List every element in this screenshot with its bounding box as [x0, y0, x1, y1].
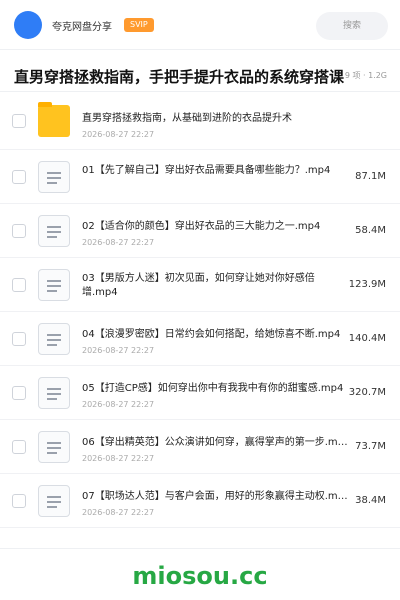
row-checkbox[interactable] [12, 277, 26, 292]
file-list: 直男穿搭拯救指南，从基础到进阶的衣品提升术 2026-08-27 22:27 0… [0, 92, 400, 528]
document-icon [38, 322, 70, 355]
file-date: 2026-08-27 22:27 [82, 454, 155, 463]
document-icon [38, 484, 70, 517]
list-item[interactable]: 02【适合你的颜色】穿出好衣品的三大能力之一.mp4 2026-08-27 22… [0, 204, 400, 258]
file-name: 02【适合你的颜色】穿出好衣品的三大能力之一.mp4 [82, 221, 321, 232]
list-item[interactable]: 07【职场达人范】与客户会面，用好的形象赢得主动权.mp4 2026-08-27… [0, 474, 400, 528]
file-size: 320.7M [348, 386, 386, 398]
document-icon [38, 268, 70, 301]
row-checkbox[interactable] [12, 439, 26, 454]
list-item[interactable]: 04【浪漫罗密欧】日常约会如何搭配，给她惊喜不断.mp4 2026-08-27 … [0, 312, 400, 366]
file-size: 140.4M [348, 332, 386, 344]
header-bar: 夸克网盘分享 SVIP 搜索 [0, 0, 400, 50]
file-date: 2026-08-27 22:27 [82, 238, 155, 247]
list-item[interactable]: 03【男版方人迷】初次见面，如何穿让她对你好感倍增.mp4 123.9M [0, 258, 400, 312]
file-date: 2026-08-27 22:27 [82, 346, 155, 355]
file-size: 73.7M [355, 440, 386, 452]
share-title: 夸克网盘分享 [52, 22, 112, 33]
file-name: 04【浪漫罗密欧】日常约会如何搭配，给她惊喜不断.mp4 [82, 329, 341, 340]
list-item[interactable]: 直男穿搭拯救指南，从基础到进阶的衣品提升术 2026-08-27 22:27 [0, 92, 400, 150]
document-icon [38, 376, 70, 409]
watermark: miosou.cc [132, 562, 268, 590]
list-item[interactable]: 06【穿出精英范】公众演讲如何穿，赢得掌声的第一步.mp4 2026-08-27… [0, 420, 400, 474]
file-size: 38.4M [355, 494, 386, 506]
folder-banner: 9 项 · 1.2G 直男穿搭拯救指南，手把手提升衣品的系统穿搭课 [0, 60, 400, 92]
file-date: 2026-08-27 22:27 [82, 508, 155, 517]
file-name: 01【先了解自己】穿出好衣品需要具备哪些能力？.mp4 [82, 165, 331, 176]
list-item[interactable]: 05【打造CP感】如何穿出你中有我我中有你的甜蜜感.mp4 2026-08-27… [0, 366, 400, 420]
document-icon [38, 430, 70, 463]
folder-icon [38, 101, 70, 137]
file-size: 87.1M [355, 170, 386, 182]
row-checkbox[interactable] [12, 331, 26, 346]
row-checkbox[interactable] [12, 223, 26, 238]
document-icon [38, 160, 70, 193]
row-checkbox[interactable] [12, 169, 26, 184]
list-item[interactable]: 01【先了解自己】穿出好衣品需要具备哪些能力？.mp4 87.1M [0, 150, 400, 204]
row-checkbox[interactable] [12, 493, 26, 508]
file-date: 2026-08-27 22:27 [82, 130, 155, 139]
row-checkbox[interactable] [12, 385, 26, 400]
file-name: 05【打造CP感】如何穿出你中有我我中有你的甜蜜感.mp4 [82, 383, 344, 394]
file-date: 2026-08-27 22:27 [82, 400, 155, 409]
page-title: 直男穿搭拯救指南，手把手提升衣品的系统穿搭课 [14, 68, 345, 86]
file-name: 07【职场达人范】与客户会面，用好的形象赢得主动权.mp4 [82, 491, 350, 502]
file-name: 直男穿搭拯救指南，从基础到进阶的衣品提升术 [82, 113, 292, 124]
file-size: 123.9M [348, 278, 386, 290]
file-name: 06【穿出精英范】公众演讲如何穿，赢得掌声的第一步.mp4 [82, 437, 350, 448]
svip-badge: SVIP [124, 18, 154, 32]
search-button[interactable]: 搜索 [316, 12, 388, 40]
file-size: 58.4M [355, 224, 386, 236]
avatar[interactable] [14, 11, 42, 39]
row-checkbox[interactable] [12, 113, 26, 128]
folder-meta: 9 项 · 1.2G [344, 70, 387, 81]
file-name: 03【男版方人迷】初次见面，如何穿让她对你好感倍增.mp4 [82, 273, 315, 298]
document-icon [38, 214, 70, 247]
